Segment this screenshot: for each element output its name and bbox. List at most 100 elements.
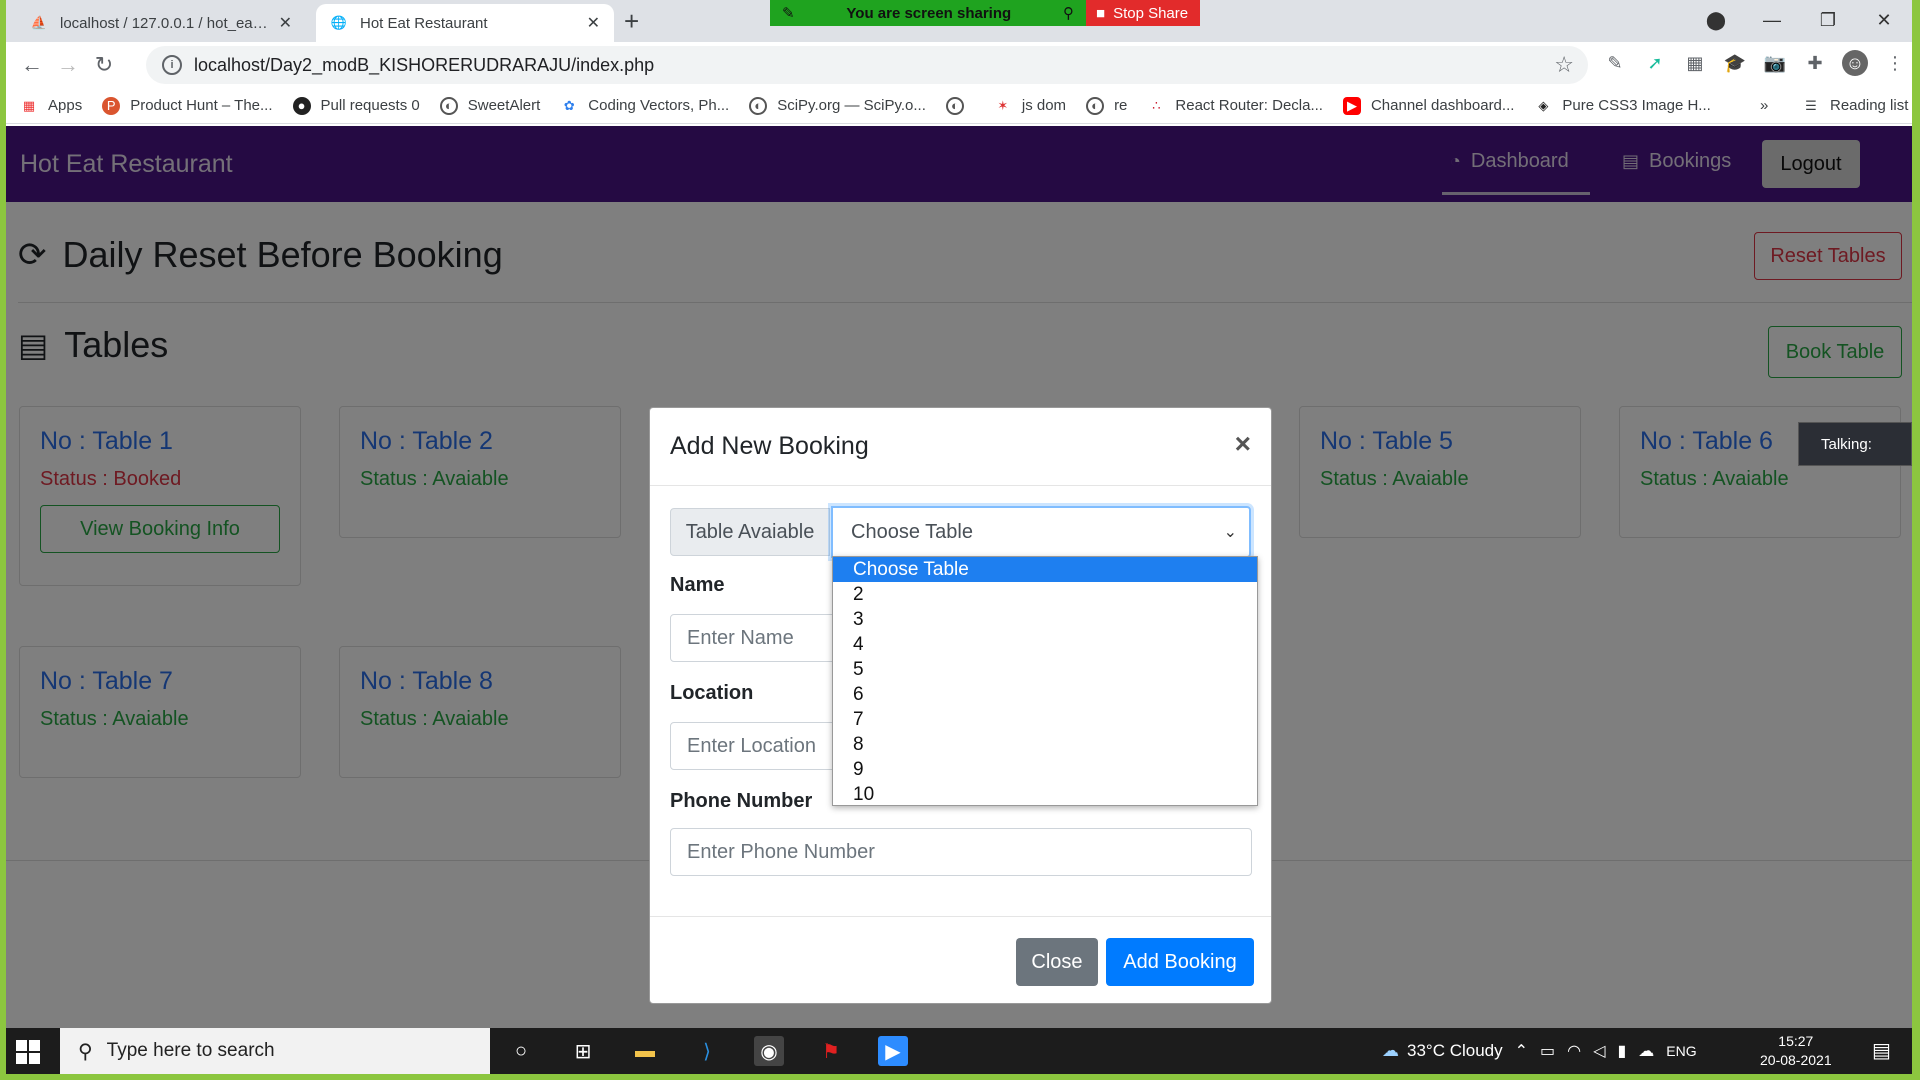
close-tab-icon[interactable]: ✕ [587, 13, 600, 33]
close-button[interactable]: Close [1016, 938, 1098, 986]
modal-footer-divider [650, 916, 1271, 917]
task-view-icon[interactable]: ⊞ [568, 1036, 598, 1066]
page-content: Hot Eat Restaurant ◔ Dashboard ▤ Booking… [6, 126, 1912, 1028]
close-window-icon[interactable]: ✕ [1856, 10, 1912, 31]
add-booking-button[interactable]: Add Booking [1106, 938, 1254, 986]
reading-list-icon: ☰ [1805, 97, 1817, 113]
tab-title: Hot Eat Restaurant [360, 14, 488, 32]
apps-grid-icon: ▦ [22, 97, 36, 113]
extension-cap-icon[interactable]: 🎓 [1722, 50, 1748, 76]
pen-icon: ✎ [782, 5, 795, 22]
bookmark-apps[interactable]: ▦ Apps [20, 97, 82, 115]
bookmark-react-router[interactable]: ∴ React Router: Decla... [1147, 97, 1323, 115]
bookmark-scipy[interactable]: ◐ SciPy.org — SciPy.o... [749, 96, 926, 115]
table-option[interactable]: 3 [833, 607, 1257, 632]
wifi-icon[interactable]: ◠ [1567, 1041, 1581, 1061]
table-option[interactable]: 6 [833, 682, 1257, 707]
tab-title: localhost / 127.0.0.1 / hot_eat / b [60, 14, 269, 32]
extension-camera-icon[interactable]: 📷 [1762, 50, 1788, 76]
phone-input[interactable]: Enter Phone Number [670, 828, 1252, 876]
chevron-up-icon[interactable]: ⌃ [1515, 1041, 1528, 1061]
extension-arrow-icon[interactable]: ➚ [1642, 50, 1668, 76]
table-option[interactable]: 4 [833, 632, 1257, 657]
modal-header: Add New Booking × [650, 408, 1271, 486]
microphone-icon[interactable]: ▮ [1617, 1041, 1626, 1061]
bookmark-label: Product Hunt – The... [130, 97, 273, 114]
volume-icon[interactable]: ◁ [1593, 1041, 1605, 1061]
vector-icon: ✿ [563, 97, 575, 113]
reload-icon[interactable]: ↻ [86, 52, 122, 78]
more-label: » [1760, 97, 1769, 114]
person-icon: ✶ [997, 97, 1009, 113]
date: 20-08-2021 [1760, 1052, 1832, 1068]
bookmark-sweetalert[interactable]: ◐ SweetAlert [439, 96, 541, 115]
menu-icon[interactable]: ⋮ [1882, 50, 1908, 76]
close-tab-icon[interactable]: ✕ [279, 13, 292, 33]
table-select-value: Choose Table [851, 520, 973, 543]
extension-pen-icon[interactable]: ✎ [1602, 50, 1628, 76]
tab-strip: ⛵ localhost / 127.0.0.1 / hot_eat / b ✕ … [6, 0, 1912, 42]
window-controls: ⬤ — ❐ ✕ [1688, 0, 1912, 40]
vscode-icon[interactable]: ⟩ [692, 1036, 722, 1066]
new-tab-button[interactable]: + [624, 6, 639, 36]
address-bar[interactable]: i localhost/Day2_modB_KISHORERUDRARAJU/i… [146, 46, 1588, 84]
bookmark-label: Apps [48, 97, 83, 114]
cloud-icon: ☁ [1382, 1041, 1399, 1060]
table-option[interactable]: 10 [833, 782, 1257, 807]
chrome-icon[interactable]: ◉ [754, 1036, 784, 1066]
language-indicator[interactable]: ENG [1666, 1043, 1696, 1059]
bookmark-label: React Router: Decla... [1175, 97, 1323, 114]
bookmark-re[interactable]: ◐ re [1086, 96, 1127, 115]
table-option[interactable]: 2 [833, 582, 1257, 607]
bookmark-label: SweetAlert [467, 97, 541, 114]
weather-text[interactable]: 33°C Cloudy [1407, 1041, 1503, 1061]
table-select[interactable]: Choose Table ⌄ [831, 506, 1251, 558]
tab-hot-eat[interactable]: 🌐 Hot Eat Restaurant ✕ [316, 4, 614, 42]
battery-icon[interactable]: ▭ [1540, 1041, 1555, 1061]
cortana-icon[interactable]: ○ [506, 1036, 536, 1066]
bookmark-js-dom[interactable]: ✶ js dom [994, 97, 1066, 115]
tab-phpmyadmin[interactable]: ⛵ localhost / 127.0.0.1 / hot_eat / b ✕ [16, 4, 306, 42]
toolbar: ← → ↻ i localhost/Day2_modB_KISHORERUDRA… [6, 42, 1912, 88]
minimize-icon[interactable]: — [1744, 10, 1800, 31]
more-bookmarks-button[interactable]: » [1760, 97, 1768, 114]
forward-icon[interactable]: → [50, 52, 86, 78]
taskbar-search[interactable]: ⚲ Type here to search [60, 1028, 490, 1074]
screen-share-banner: ✎ You are screen sharing ⚲ ■ Stop Share [770, 0, 1200, 26]
table-option[interactable]: 8 [833, 732, 1257, 757]
stop-share-button[interactable]: ■ Stop Share [1086, 0, 1200, 26]
bookmark-product-hunt[interactable]: P Product Hunt – The... [102, 96, 273, 115]
extension-grid-icon[interactable]: ▦ [1682, 50, 1708, 76]
time: 15:27 [1778, 1033, 1814, 1049]
talking-indicator: Talking: [1798, 422, 1912, 466]
bookmark-pure-css3[interactable]: ◈ Pure CSS3 Image H... [1534, 97, 1710, 115]
profile-menu-icon[interactable]: ⬤ [1688, 10, 1744, 31]
bookmark-coding-vectors[interactable]: ✿ Coding Vectors, Ph... [560, 97, 729, 115]
table-option[interactable]: Choose Table [833, 557, 1257, 582]
clock[interactable]: 15:27 20-08-2021 [1760, 1032, 1832, 1070]
extensions-puzzle-icon[interactable]: ✚ [1802, 50, 1828, 76]
mic-icon: ⚲ [1063, 5, 1074, 22]
close-icon[interactable]: × [1235, 428, 1251, 460]
table-option[interactable]: 7 [833, 707, 1257, 732]
bookmark-untitled[interactable]: ◐ [945, 96, 974, 115]
bookmark-pull-requests[interactable]: ● Pull requests 0 [292, 96, 420, 115]
windows-start-icon[interactable] [16, 1040, 40, 1064]
table-option[interactable]: 5 [833, 657, 1257, 682]
notifications-icon[interactable]: ▤ [1872, 1038, 1891, 1063]
table-option[interactable]: 9 [833, 757, 1257, 782]
globe-icon: 🌐 [330, 15, 348, 30]
bookmark-channel-dashboard[interactable]: ▶ Channel dashboard... [1342, 96, 1514, 115]
restore-icon[interactable]: ❐ [1800, 10, 1856, 31]
zoom-icon[interactable]: ▶ [878, 1036, 908, 1066]
back-icon[interactable]: ← [14, 52, 50, 78]
bookmark-star-icon[interactable]: ☆ [1554, 52, 1574, 78]
avatar[interactable]: ☺ [1842, 50, 1868, 76]
reading-list-button[interactable]: ☰ Reading list [1802, 97, 1908, 115]
file-explorer-icon[interactable]: ▬ [630, 1036, 660, 1066]
bookmark-label: Coding Vectors, Ph... [588, 97, 730, 114]
cloud-sync-icon[interactable]: ☁ [1638, 1041, 1654, 1061]
info-icon[interactable]: i [162, 55, 182, 75]
stop-share-label: Stop Share [1113, 4, 1189, 22]
acrobat-icon[interactable]: ⚑ [816, 1036, 846, 1066]
